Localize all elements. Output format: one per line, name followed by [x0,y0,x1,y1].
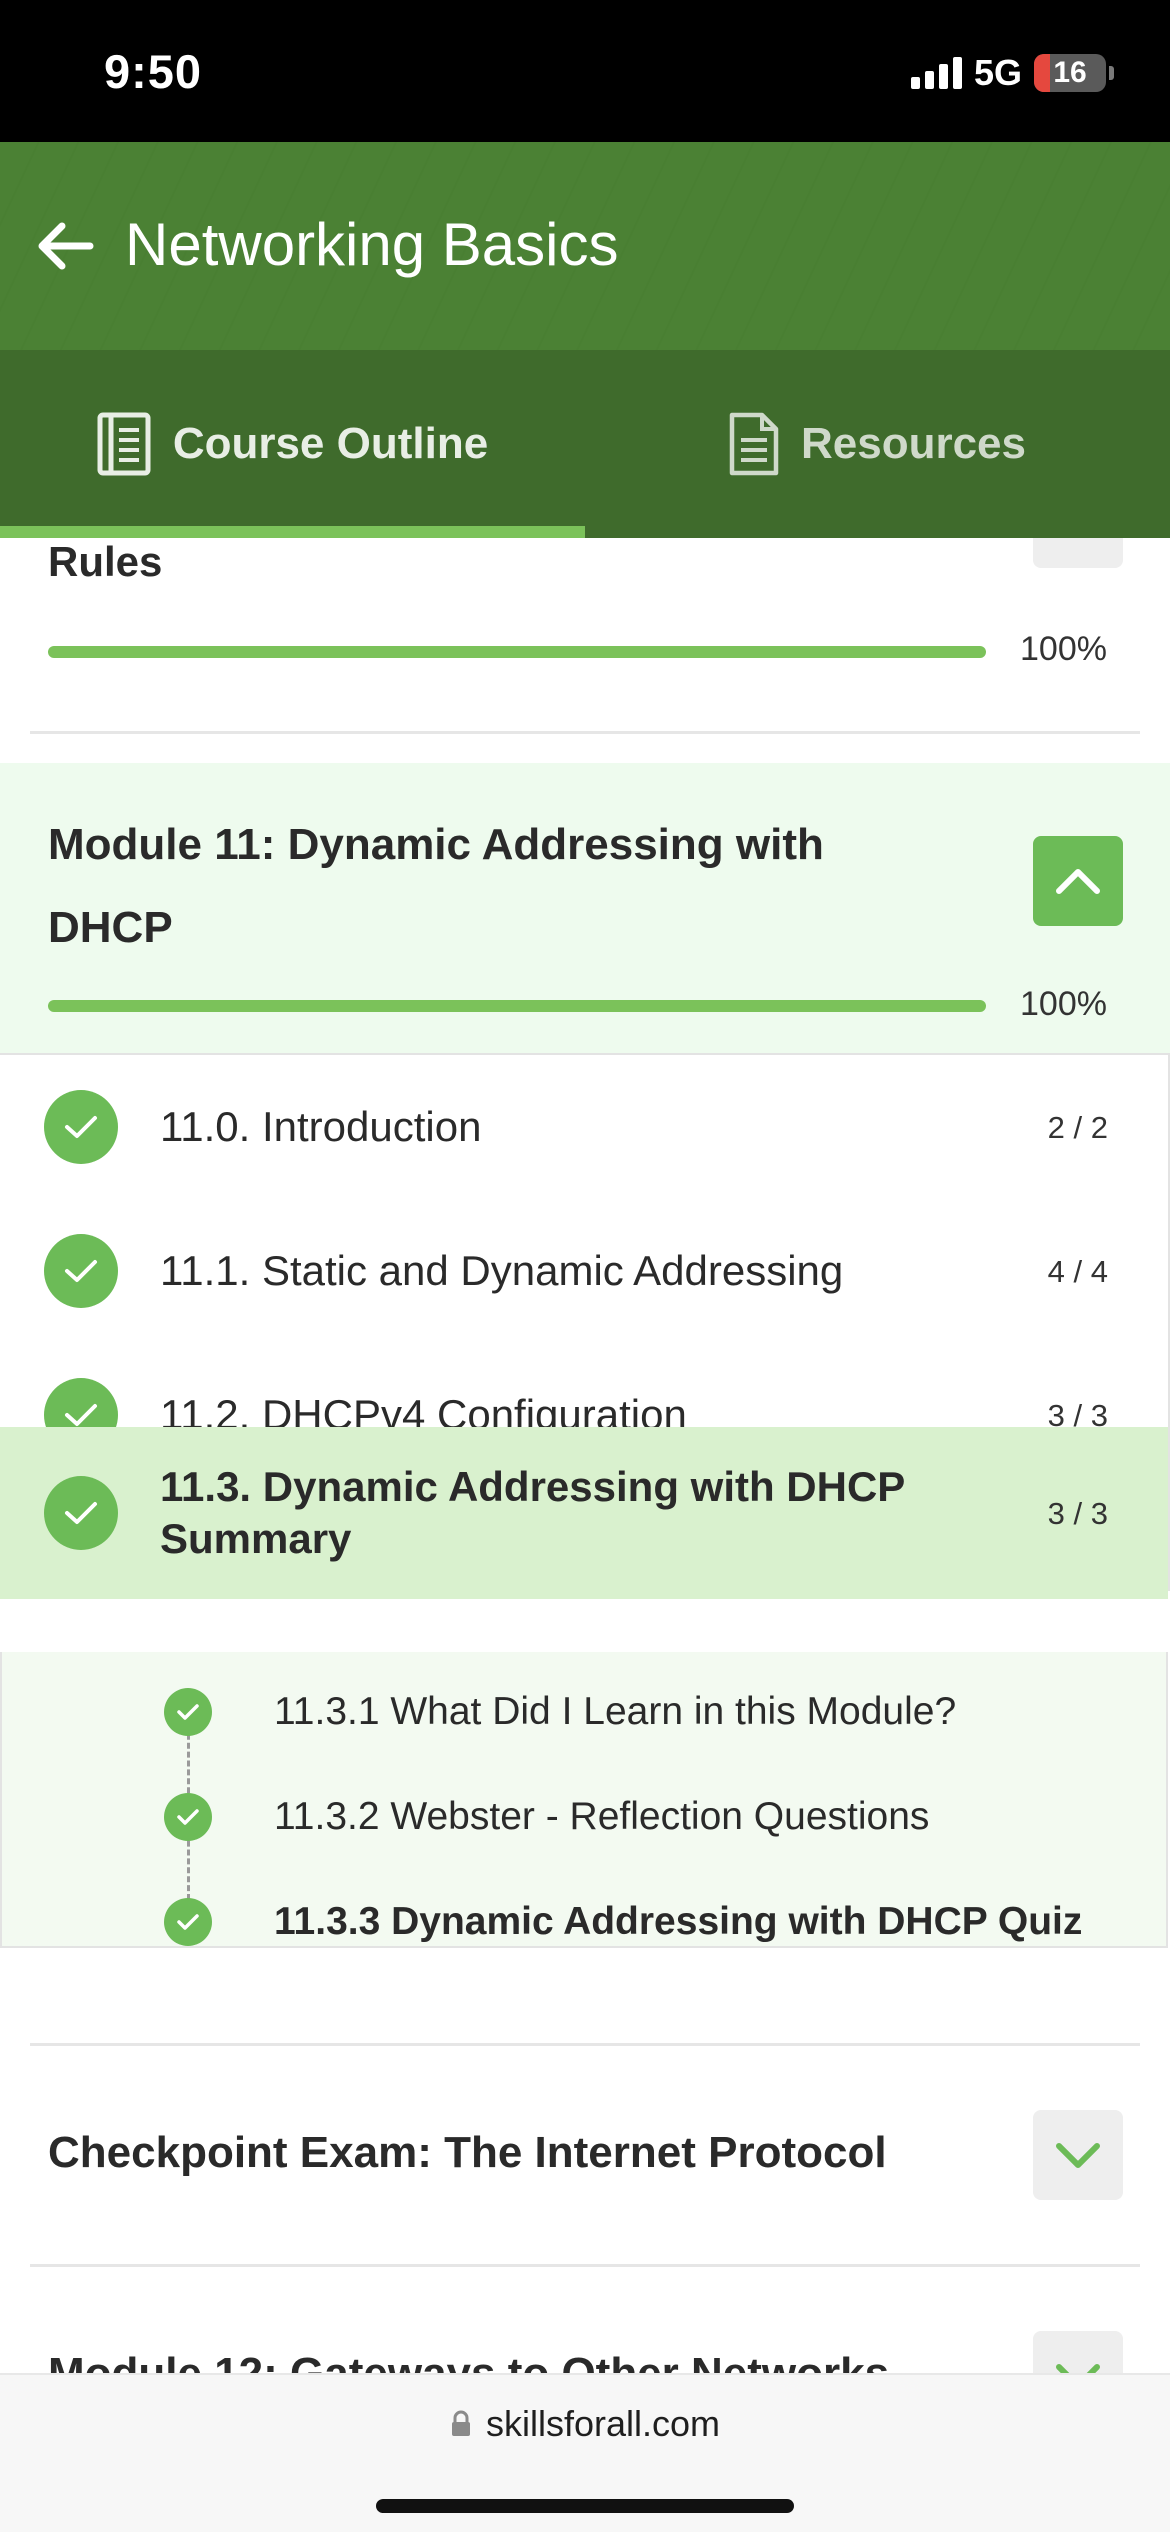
expand-button[interactable] [1033,2110,1123,2200]
tab-bar: Course Outline Resources [0,350,1170,538]
tab-course-outline[interactable]: Course Outline [0,350,585,538]
module-progress-bar [48,1000,986,1012]
module-progress-percent: 100% [1020,985,1107,1023]
lesson-count: 3 / 3 [1047,1496,1108,1531]
module-title: Checkpoint Exam: The Internet Protocol [48,2128,887,2177]
lesson-row[interactable]: 11.0. Introduction 2 / 2 [0,1055,1168,1199]
topic-list: 11.3.1 What Did I Learn in this Module? … [0,1652,1168,1948]
lesson-label: 11.0. Introduction [160,1103,482,1150]
module-progress-percent: 100% [1020,630,1107,668]
module-toggle-button[interactable] [1033,538,1123,568]
module-progress-bar [48,646,986,658]
back-arrow-icon [38,222,94,270]
signal-icon [910,57,962,89]
lesson-label: 11.1. Static and Dynamic Addressing [160,1247,844,1294]
topic-label: 11.3.2 Webster - Reflection Questions [274,1795,930,1838]
browser-address-bar[interactable]: skillsforall.com [0,2373,1170,2532]
divider [30,731,1140,734]
battery-icon: 16 [1034,54,1106,92]
check-circle-icon [164,1688,212,1736]
active-tab-indicator [0,526,585,538]
expand-button[interactable] [1033,2331,1123,2373]
check-circle-icon [44,1234,118,1308]
module-title: Rules [48,538,163,585]
topic-row[interactable]: 11.3.2 Webster - Reflection Questions [2,1777,1170,1857]
topic-row-current[interactable]: 11.3.3 Dynamic Addressing with DHCP Quiz [2,1882,1170,1962]
document-icon [729,412,779,476]
battery-level: 16 [1053,56,1087,89]
topic-row[interactable]: 11.3.1 What Did I Learn in this Module? [2,1672,1170,1752]
module-card-11: Module 11: Dynamic Addressing with DHCP … [0,763,1170,1599]
lesson-row[interactable]: 11.1. Static and Dynamic Addressing 4 / … [0,1199,1168,1343]
page-title: Networking Basics [125,211,619,278]
tab-course-outline-label: Course Outline [172,419,489,468]
lesson-list: 11.0. Introduction 2 / 2 11.1. Static an… [0,1053,1170,1599]
lesson-count: 2 / 2 [1047,1110,1108,1145]
url-text: skillsforall.com [485,2403,721,2444]
lock-icon [451,2410,470,2436]
topic-label: 11.3.3 Dynamic Addressing with DHCP Quiz [274,1900,1083,1943]
module-card-previous[interactable]: Rules 100% [0,538,1170,733]
check-circle-icon [164,1898,212,1946]
lesson-count: 4 / 4 [1047,1254,1108,1289]
check-circle-icon [44,1476,118,1550]
lesson-row-active[interactable]: 11.3. Dynamic Addressing with DHCP Summa… [0,1427,1168,1599]
book-icon [97,412,151,476]
course-outline: Rules 100% Module 11: Dynamic Addressing… [0,538,1170,2373]
module-title: Module 11: Dynamic Addressing with DHCP [48,820,824,952]
app-header: Networking Basics [0,142,1170,350]
back-button[interactable] [34,214,98,278]
chevron-up-icon [1056,869,1100,894]
topic-label: 11.3.1 What Did I Learn in this Module? [274,1690,957,1733]
url-display[interactable]: skillsforall.com [0,2403,1170,2445]
tab-resources-label: Resources [800,419,1026,468]
check-circle-icon [44,1090,118,1164]
chevron-down-icon [1056,2364,1100,2373]
module-header[interactable]: Module 11: Dynamic Addressing with DHCP … [0,763,1170,1053]
module-title: Module 12: Gateways to Other Networks [48,2349,889,2373]
module-card-checkpoint[interactable]: Checkpoint Exam: The Internet Protocol [0,2046,1170,2264]
status-bar: 9:50 5G 16 [0,0,1170,142]
network-type: 5G [973,52,1022,93]
tab-resources[interactable]: Resources [585,350,1170,538]
chevron-down-icon [1056,2143,1100,2168]
check-circle-icon [164,1793,212,1841]
collapse-button[interactable] [1033,836,1123,926]
status-time: 9:50 [104,45,203,98]
lesson-label: 11.3. Dynamic Addressing with DHCP Summa… [160,1463,905,1562]
home-indicator[interactable] [376,2499,794,2513]
status-indicators: 5G 16 [910,52,1114,94]
module-card-12[interactable]: Module 12: Gateways to Other Networks [0,2267,1170,2373]
